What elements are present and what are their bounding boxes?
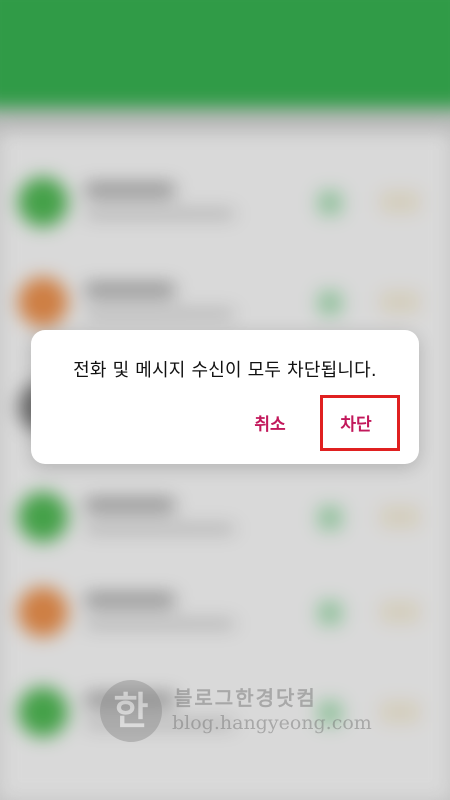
- cancel-button[interactable]: 취소: [241, 408, 299, 442]
- dialog-message: 전화 및 메시지 수신이 모두 차단됩니다.: [73, 360, 377, 381]
- watermark-url: blog.hangyeong.com: [172, 712, 372, 734]
- watermark: 한 블로그한경닷컴 blog.hangyeong.com: [100, 674, 372, 754]
- watermark-seal-char: 한: [113, 688, 149, 733]
- block-button[interactable]: 차단: [327, 408, 385, 442]
- watermark-seal-icon: 한: [100, 680, 162, 742]
- watermark-title: 블로그한경닷컴: [174, 686, 317, 710]
- screen: 전화 및 메시지 수신이 모두 차단됩니다. 취소 차단 한 블로그한경닷컴 b…: [0, 0, 450, 800]
- block-confirm-dialog: 전화 및 메시지 수신이 모두 차단됩니다. 취소 차단: [31, 330, 419, 464]
